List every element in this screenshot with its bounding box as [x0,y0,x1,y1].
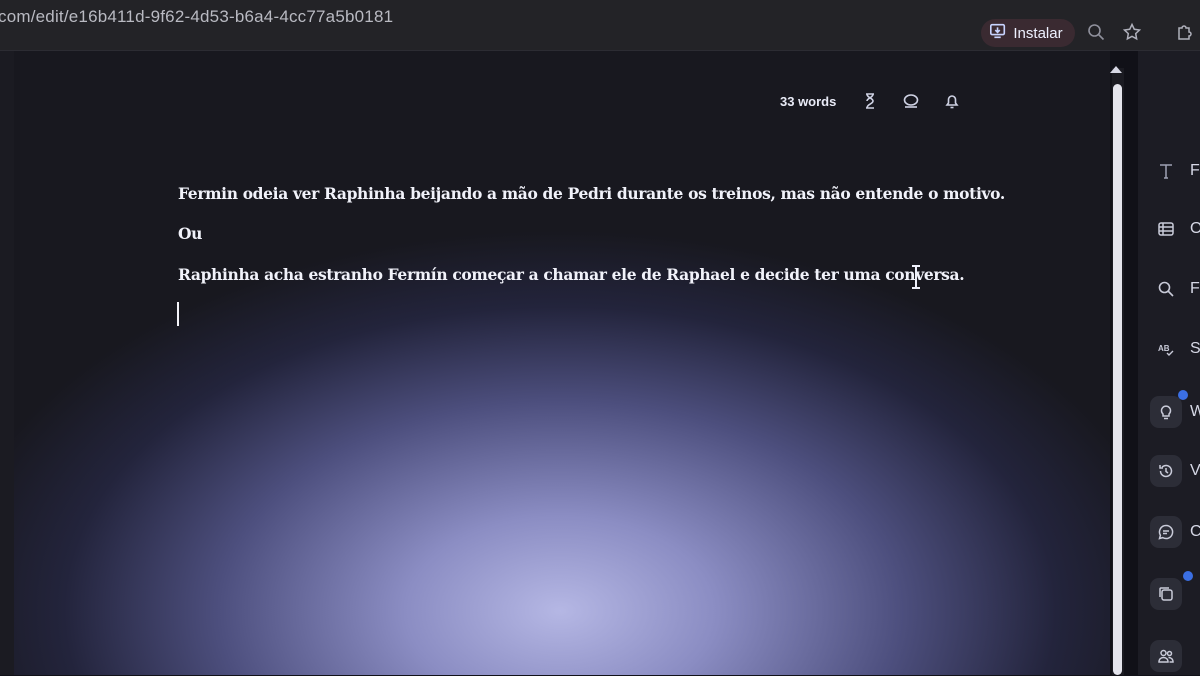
install-label: Instalar [1013,24,1063,42]
side-item-font[interactable]: Fo [1150,151,1200,191]
people-icon [1150,640,1182,672]
side-item-label: Fi [1190,280,1200,297]
spellcheck-icon: AB [1150,333,1182,365]
new-feature-badge [1178,390,1188,400]
side-item-lightbulb[interactable]: W [1150,392,1200,432]
side-item-spellcheck[interactable]: AB S [1150,329,1200,369]
side-item-copy[interactable] [1150,574,1200,614]
word-count[interactable]: 33 words [780,94,836,109]
side-item-comments[interactable]: C [1150,512,1200,552]
editor-left-edge [0,51,14,675]
side-item-outline[interactable]: Ou [1150,209,1200,249]
star-icon[interactable] [1122,22,1142,42]
extensions-icon[interactable] [1175,22,1195,42]
outline-icon [1150,213,1182,245]
paragraph-2[interactable]: Ou [178,224,202,243]
side-item-label: V [1190,462,1200,479]
paragraph-3[interactable]: Raphinha acha estranho Fermín começar a … [178,265,965,284]
side-item-find[interactable]: Fi [1150,269,1200,309]
side-item-history[interactable]: V [1150,451,1200,491]
zoom-icon[interactable] [1086,22,1106,42]
side-item-label: W [1190,403,1200,420]
install-button[interactable]: Instalar [981,19,1075,47]
comment-icon [1150,516,1182,548]
browser-toolbar: com/edit/e16b411d-9f62-4d53-b6a4-4cc77a5… [0,0,1200,51]
copy-icon [1150,578,1182,610]
editor-canvas[interactable] [0,51,1110,675]
paragraph-1[interactable]: Fermin odeia ver Raphinha beijando a mão… [178,184,1005,203]
bell-icon[interactable] [943,92,961,110]
hourglass-icon[interactable] [861,92,879,110]
text-caret [177,302,179,326]
side-item-label: C [1190,523,1200,540]
font-icon [1150,155,1182,187]
new-feature-badge [1183,571,1193,581]
find-icon [1150,273,1182,305]
side-item-label: Fo [1190,162,1200,179]
history-icon [1150,455,1182,487]
install-icon [989,22,1007,44]
side-item-label: S [1190,340,1200,357]
document-toolbar: 33 words [780,92,836,110]
svg-text:AB: AB [1158,344,1170,353]
scroll-up-arrow-icon[interactable] [1110,66,1122,73]
focus-icon[interactable] [902,92,920,110]
address-bar[interactable]: com/edit/e16b411d-9f62-4d53-b6a4-4cc77a5… [0,7,393,27]
side-item-people[interactable] [1150,636,1200,676]
lightbulb-icon [1150,396,1182,428]
scrollbar-thumb[interactable] [1113,84,1122,675]
side-item-label: Ou [1190,220,1200,237]
mouse-ibeam-cursor [912,265,920,289]
